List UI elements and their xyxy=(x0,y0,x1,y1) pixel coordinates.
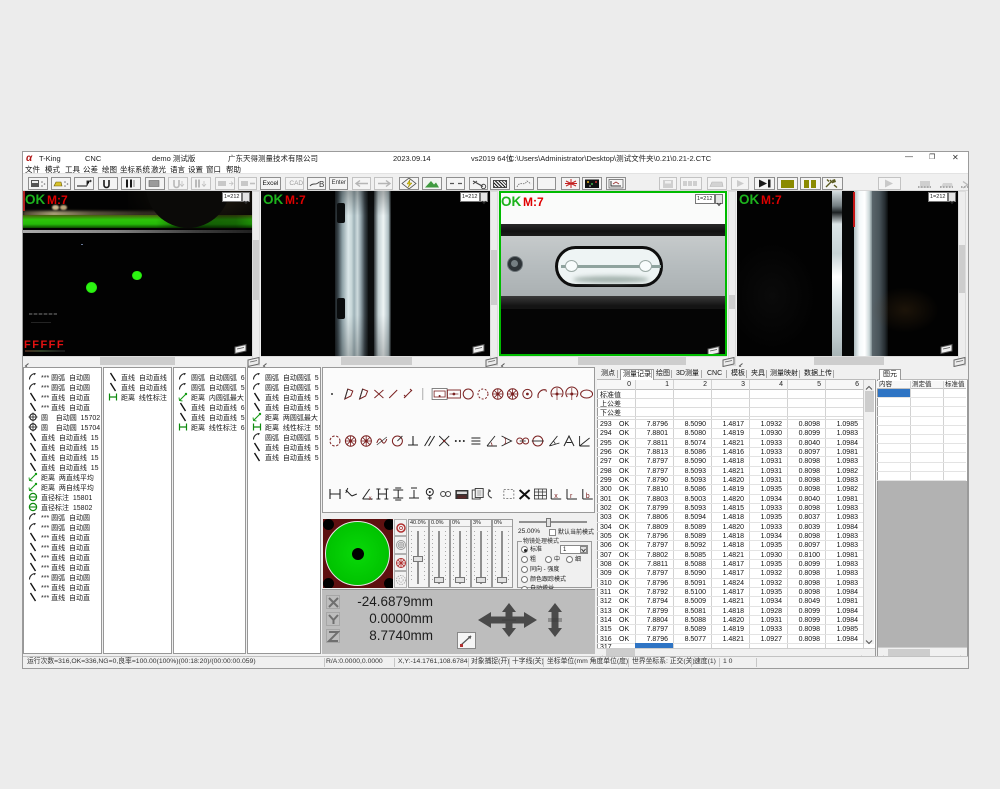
svg-text:B: B xyxy=(319,180,324,189)
svg-text:x: x xyxy=(554,493,558,500)
svg-text:x: x xyxy=(369,496,372,502)
svg-text:b: b xyxy=(586,493,590,500)
